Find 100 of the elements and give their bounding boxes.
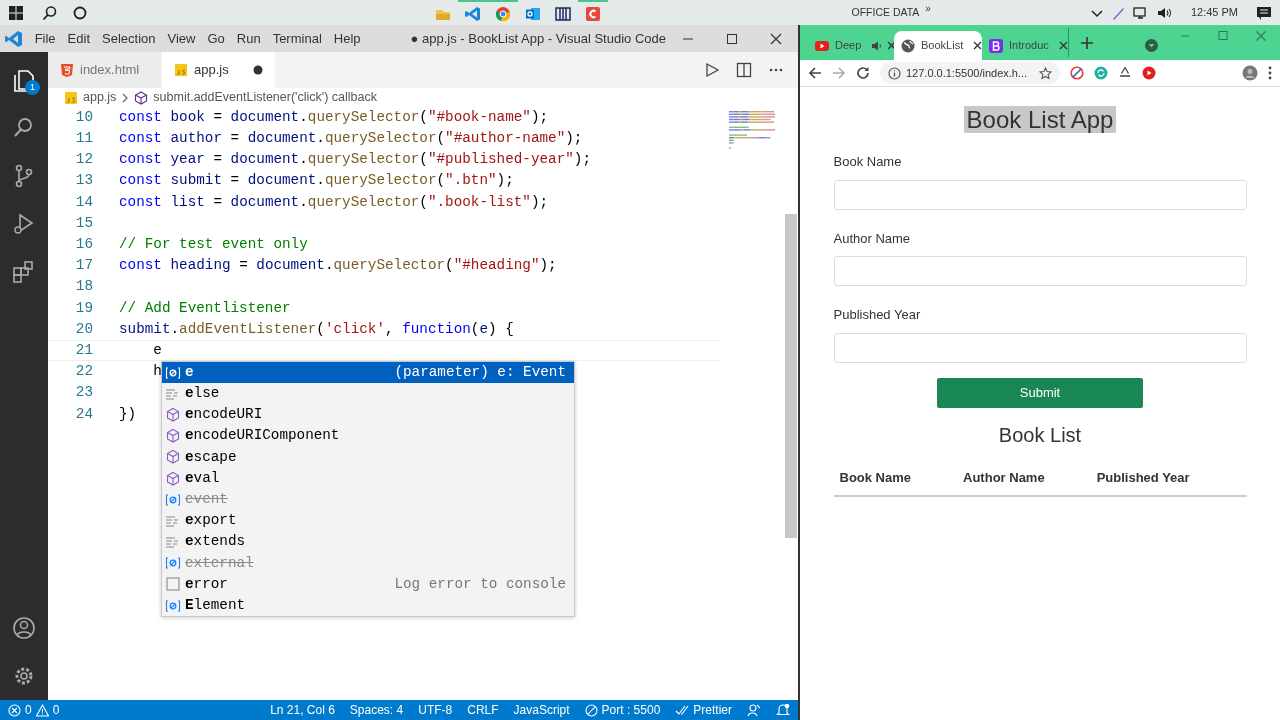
search-icon[interactable] xyxy=(42,4,58,21)
suggestion-item[interactable]: Element xyxy=(162,595,574,617)
address-bar[interactable]: 127.0.0.1:5500/index.h... xyxy=(880,62,1060,84)
close-button[interactable] xyxy=(770,32,782,45)
suggestion-item[interactable]: else xyxy=(162,383,574,405)
suggestion-item[interactable]: export xyxy=(162,510,574,532)
notification-badge: 1 xyxy=(25,80,40,95)
editor-tab[interactable]: app.js xyxy=(162,52,276,88)
bell-icon[interactable] xyxy=(776,703,790,717)
browser-tab[interactable]: Introduc xyxy=(982,31,1068,60)
dropdown-icon[interactable] xyxy=(1145,39,1158,52)
code-line: const year = document.querySelector("#published-year"); xyxy=(119,150,591,170)
menu-item[interactable]: Edit xyxy=(61,28,96,49)
scrollbar-thumb[interactable] xyxy=(785,214,797,538)
close-icon[interactable] xyxy=(887,41,894,50)
browser-tab[interactable]: Deep xyxy=(808,31,894,60)
warning-icon[interactable] xyxy=(35,703,49,717)
suggestion-item[interactable]: extends xyxy=(162,531,574,553)
line-number: 20 xyxy=(74,319,93,339)
plus-icon[interactable] xyxy=(1081,36,1093,49)
line-number: 16 xyxy=(74,235,93,254)
reload-icon[interactable] xyxy=(856,66,870,80)
menu-item[interactable]: Run xyxy=(230,28,267,49)
pen-icon[interactable] xyxy=(1110,5,1125,20)
windows-icon[interactable] xyxy=(8,4,24,21)
run-icon[interactable] xyxy=(704,62,720,78)
suggestion-item[interactable]: error Log error to console xyxy=(162,573,574,596)
breadcrumb-item[interactable]: app.js xyxy=(83,88,117,107)
books-icon[interactable] xyxy=(555,5,571,22)
warning-count[interactable]: 0 xyxy=(52,701,60,719)
suggestion-item[interactable]: escape xyxy=(162,446,574,468)
maximize-button[interactable] xyxy=(726,32,738,45)
files-icon[interactable] xyxy=(11,67,37,93)
blocked-extension-icon[interactable] xyxy=(1070,66,1084,80)
suggestion-item[interactable]: eval xyxy=(162,467,574,490)
avatar-icon[interactable] xyxy=(1242,65,1258,81)
breadcrumb-item[interactable]: submit.addEventListener('click') callback xyxy=(153,88,377,107)
column-header: Author Name xyxy=(962,468,1046,487)
b-letter-icon xyxy=(988,37,1004,54)
status-item[interactable]: UTF-8 xyxy=(418,701,453,719)
cube-icon xyxy=(165,406,181,423)
network-icon[interactable] xyxy=(1132,5,1149,20)
variable-icon xyxy=(165,597,181,614)
kebab-menu-icon[interactable] xyxy=(1268,66,1272,80)
status-item[interactable]: Ln 21, Col 6 xyxy=(270,701,335,719)
code-line: const author = document.querySelector("#author-name"); xyxy=(119,129,583,149)
html-file-icon xyxy=(60,63,74,77)
browser-icon[interactable] xyxy=(495,5,511,22)
close-icon[interactable] xyxy=(1058,41,1068,50)
double-check-icon xyxy=(675,704,690,716)
line-number: 19 xyxy=(74,298,93,318)
submit-button[interactable]: Submit xyxy=(937,377,1143,408)
code-line: const submit = document.querySelector(".btn"); xyxy=(119,171,514,191)
input-field[interactable] xyxy=(833,256,1247,286)
status-item[interactable]: JavaScript xyxy=(513,701,570,719)
variable-icon xyxy=(165,364,181,381)
js-file-icon xyxy=(64,90,78,105)
code-line: }) xyxy=(119,404,137,424)
chevron[interactable]: » xyxy=(925,1,931,16)
status-item[interactable]: Port : 5500 xyxy=(584,701,661,719)
mail-icon[interactable] xyxy=(525,5,541,22)
line-number: 10 xyxy=(74,107,93,127)
section-title: Book List xyxy=(998,423,1082,446)
close-icon[interactable] xyxy=(973,41,982,50)
volume-icon[interactable] xyxy=(1156,5,1173,20)
star-icon[interactable] xyxy=(1039,66,1052,80)
menu-item[interactable]: Go xyxy=(201,28,231,49)
menu-item[interactable]: Selection xyxy=(96,28,162,49)
input-field[interactable] xyxy=(833,179,1247,210)
feedback-icon[interactable] xyxy=(747,703,761,717)
code-line: submit.addEventListener('click', function(e) { xyxy=(119,319,514,339)
back-icon[interactable] xyxy=(808,66,822,80)
account-icon[interactable] xyxy=(11,615,37,641)
suggestion-item[interactable]: e (parameter) e: Event xyxy=(162,362,574,384)
sync-extension-icon[interactable] xyxy=(1094,66,1108,80)
code-editor-icon[interactable] xyxy=(465,5,481,22)
line-number: 15 xyxy=(74,213,93,233)
menu-item[interactable]: Help xyxy=(327,28,367,49)
split-editor-icon[interactable] xyxy=(736,62,752,78)
app-icon[interactable] xyxy=(585,5,601,22)
suggestion-item[interactable]: encodeURIComponent xyxy=(162,425,574,447)
clock[interactable]: 12:45 PM xyxy=(1190,4,1238,21)
status-item[interactable]: Spaces: 4 xyxy=(349,701,404,719)
editor-tab[interactable]: index.html xyxy=(48,52,162,88)
menu-item[interactable]: View xyxy=(161,28,202,49)
error-icon[interactable] xyxy=(8,703,21,717)
status-item[interactable]: Prettier xyxy=(675,701,732,719)
circle-icon[interactable] xyxy=(72,4,88,21)
play-extension-icon[interactable] xyxy=(1142,66,1156,80)
code-editor-logo[interactable] xyxy=(5,29,24,48)
status-item[interactable]: CRLF xyxy=(467,701,499,719)
toolbar-label[interactable]: OFFICE DATA xyxy=(851,4,920,21)
notifications-icon[interactable] xyxy=(1256,5,1272,20)
cube-icon xyxy=(165,470,181,487)
error-count[interactable]: 0 xyxy=(25,701,32,719)
menu-item[interactable]: File xyxy=(28,28,62,49)
browser-tab[interactable]: BookList xyxy=(894,31,982,60)
input-field[interactable] xyxy=(833,332,1247,363)
menu-item[interactable]: Terminal xyxy=(266,28,328,49)
suggestion-item[interactable]: encodeURI xyxy=(162,404,574,426)
